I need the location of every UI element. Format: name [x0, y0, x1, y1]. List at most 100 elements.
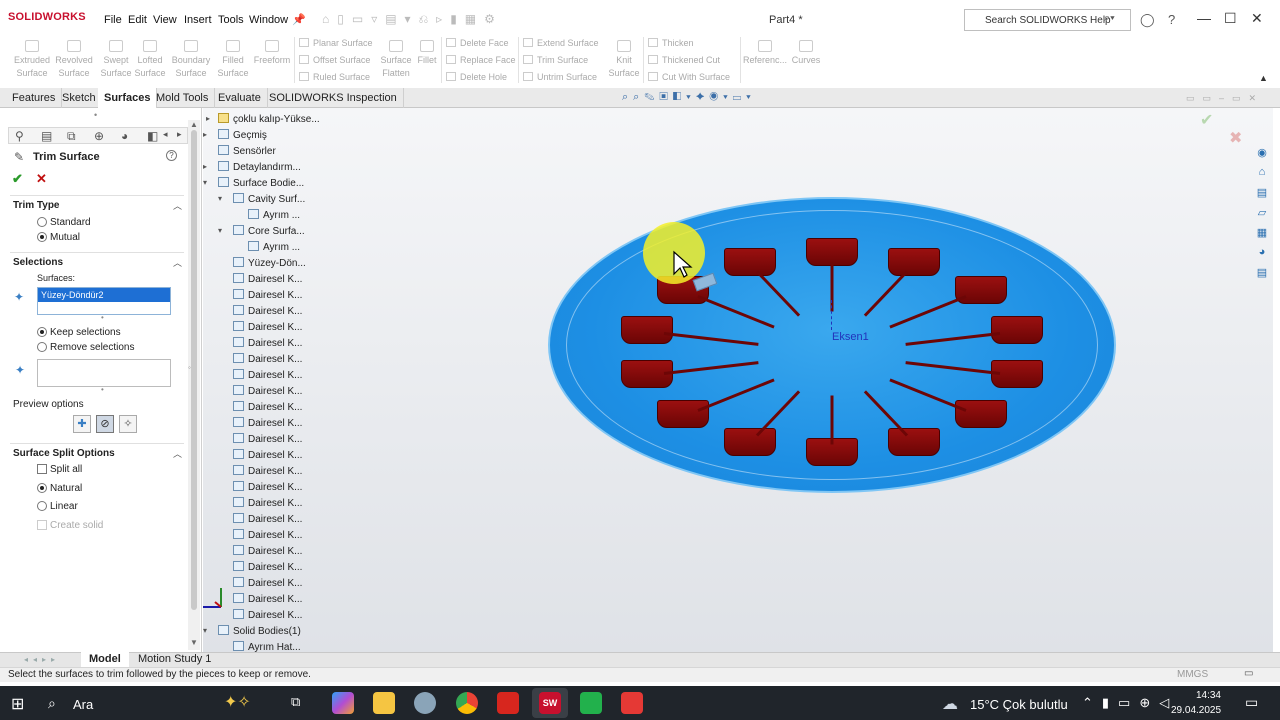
- design-library-icon[interactable]: ▤: [1254, 186, 1270, 200]
- scrollbar-thumb[interactable]: [191, 130, 197, 610]
- tree-item[interactable]: Yüzey-Dön...: [233, 257, 306, 269]
- heads-up-view-toolbar[interactable]: ⌕⌕✎▣◧▾✦◉▾▭▾: [622, 91, 756, 104]
- help-icon[interactable]: ?: [1168, 12, 1175, 27]
- collapse-ribbon-icon[interactable]: ▲: [1259, 73, 1268, 83]
- copilot-app-icon[interactable]: [332, 692, 354, 714]
- tree-item[interactable]: Dairesel K...: [233, 337, 302, 349]
- tree-toggle-icon[interactable]: ▾: [218, 193, 230, 204]
- user-icon[interactable]: ◯: [1140, 12, 1155, 28]
- tree-item[interactable]: Solid Bodies(1): [218, 625, 301, 637]
- tree-item[interactable]: Geçmiş: [218, 129, 267, 141]
- home-icon[interactable]: ⌂: [1254, 166, 1270, 180]
- units-indicator[interactable]: MMGS: [1177, 669, 1208, 680]
- tree-toggle-icon[interactable]: ▾: [218, 225, 230, 236]
- mold-cavity[interactable]: [888, 428, 941, 457]
- displaymanager-tab-icon[interactable]: ◕: [121, 129, 128, 143]
- mold-cavity[interactable]: [723, 428, 776, 457]
- tree-item[interactable]: Dairesel K...: [233, 593, 302, 605]
- boundary-surface-button[interactable]: Boundary Surface: [171, 40, 211, 80]
- replace-face-button[interactable]: Replace Face: [446, 55, 516, 65]
- split-all-checkbox[interactable]: Split all: [37, 464, 82, 475]
- menu-view[interactable]: View: [153, 14, 177, 26]
- custom-properties-icon[interactable]: ▤: [1254, 266, 1270, 280]
- pin-icon[interactable]: 📌: [292, 13, 306, 26]
- help-icon[interactable]: ?: [166, 150, 177, 161]
- selections-header[interactable]: Selections: [13, 257, 63, 268]
- tree-item[interactable]: Detaylandırm...: [218, 161, 301, 173]
- thickened-cut-button[interactable]: Thickened Cut: [648, 55, 720, 65]
- tree-item[interactable]: Dairesel K...: [233, 577, 302, 589]
- tree-item[interactable]: Cavity Surf...: [233, 193, 305, 205]
- tree-item[interactable]: Surface Bodie...: [218, 177, 304, 189]
- chrome-app-icon[interactable]: [456, 692, 478, 714]
- tab-surfaces[interactable]: Surfaces: [98, 88, 158, 108]
- tab-scroll-arrows[interactable]: ◂◂▸▸: [24, 655, 60, 664]
- tree-toggle-icon[interactable]: ▸: [203, 161, 215, 172]
- dimxpert-tab-icon[interactable]: ⊕: [94, 129, 104, 143]
- trim-type-mutual-radio[interactable]: Mutual: [37, 232, 80, 243]
- resize-handle[interactable]: •: [101, 313, 104, 322]
- windows-start-icon[interactable]: ⊞: [11, 694, 24, 714]
- pieces-selection-box[interactable]: [37, 359, 171, 387]
- panel-splitter-handle[interactable]: •: [94, 110, 97, 120]
- ok-check-icon[interactable]: ✔: [12, 171, 23, 187]
- menu-edit[interactable]: Edit: [128, 14, 147, 26]
- featuremanager-tab-icon[interactable]: ⚲: [15, 129, 24, 143]
- tree-item[interactable]: Dairesel K...: [233, 497, 302, 509]
- trim-type-standard-radio[interactable]: Standard: [37, 217, 91, 228]
- acrobat-app-icon[interactable]: [497, 692, 519, 714]
- quick-access-icons[interactable]: ⌂▯▭▿▤▾⎌▹▮▦⚙: [322, 12, 503, 27]
- file-explorer-icon[interactable]: ▱: [1254, 206, 1270, 220]
- linear-radio[interactable]: Linear: [37, 501, 78, 512]
- menu-window[interactable]: Window: [249, 14, 288, 26]
- freeform-button[interactable]: Freeform: [252, 40, 292, 67]
- collapse-chevron-icon[interactable]: ︿: [173, 447, 182, 460]
- delete-hole-button[interactable]: Delete Hole: [446, 72, 507, 82]
- scroll-down-icon[interactable]: ▼: [190, 638, 198, 647]
- tab-motion-study-1[interactable]: Motion Study 1: [130, 652, 219, 667]
- mold-cavity[interactable]: [657, 400, 710, 429]
- offset-surface-button[interactable]: Offset Surface: [299, 55, 370, 65]
- tabs-next-icon[interactable]: ▸: [177, 129, 182, 140]
- trim-surface-button[interactable]: Trim Surface: [523, 55, 588, 65]
- tree-item[interactable]: Dairesel K...: [233, 481, 302, 493]
- tree-item[interactable]: Dairesel K...: [233, 561, 302, 573]
- taskbar-search-label[interactable]: Ara: [73, 697, 93, 712]
- mold-cavity[interactable]: [954, 400, 1007, 429]
- viewport-window-controls[interactable]: ▭▭–▭✕: [1186, 93, 1264, 104]
- taskbar-date[interactable]: 29.04.2025: [1171, 705, 1221, 716]
- planar-surface-button[interactable]: Planar Surface: [299, 38, 373, 48]
- solidworks-resources-icon[interactable]: ◉: [1254, 146, 1270, 160]
- thicken-button[interactable]: Thicken: [648, 38, 694, 48]
- mold-cavity[interactable]: [888, 247, 941, 276]
- knit-surface-button[interactable]: Knit Surface: [604, 40, 644, 80]
- create-solid-checkbox[interactable]: Create solid: [37, 520, 103, 531]
- collapse-chevron-icon[interactable]: ︿: [173, 256, 182, 269]
- preview-show-excluded-icon[interactable]: ⊘: [96, 415, 114, 433]
- tree-item[interactable]: Dairesel K...: [233, 433, 302, 445]
- maximize-button[interactable]: ☐: [1224, 10, 1237, 27]
- view-palette-icon[interactable]: ▦: [1254, 226, 1270, 240]
- selected-surface-item[interactable]: Yüzey-Döndür2: [38, 288, 170, 302]
- preview-show-included-icon[interactable]: ✚: [73, 415, 91, 433]
- tree-item[interactable]: Dairesel K...: [233, 529, 302, 541]
- remove-selections-radio[interactable]: Remove selections: [37, 342, 134, 353]
- confirm-corner-ok-icon[interactable]: ✔: [1200, 110, 1213, 130]
- resize-handle[interactable]: •: [101, 385, 104, 394]
- tree-item[interactable]: Core Surfa...: [233, 225, 305, 237]
- collapse-chevron-icon[interactable]: ︿: [173, 199, 182, 212]
- panel-collapse-handle[interactable]: ◦: [188, 363, 191, 372]
- taskbar-search-icon[interactable]: ⌕: [48, 695, 56, 712]
- panel-scrollbar[interactable]: [188, 120, 200, 650]
- curves-button[interactable]: Curves: [786, 40, 826, 67]
- trim-type-header[interactable]: Trim Type: [13, 200, 60, 211]
- tree-item[interactable]: Dairesel K...: [233, 417, 302, 429]
- menu-insert[interactable]: Insert: [184, 14, 212, 26]
- solidworks-app-icon[interactable]: SW: [539, 692, 561, 714]
- tree-toggle-icon[interactable]: ▾: [203, 177, 215, 188]
- tree-item[interactable]: Dairesel K...: [233, 609, 302, 621]
- tree-item[interactable]: Dairesel K...: [233, 449, 302, 461]
- menu-tools[interactable]: Tools: [218, 14, 244, 26]
- copilot-sparkle-icon[interactable]: ✦✧: [224, 692, 251, 712]
- tab-features[interactable]: Features: [6, 88, 63, 108]
